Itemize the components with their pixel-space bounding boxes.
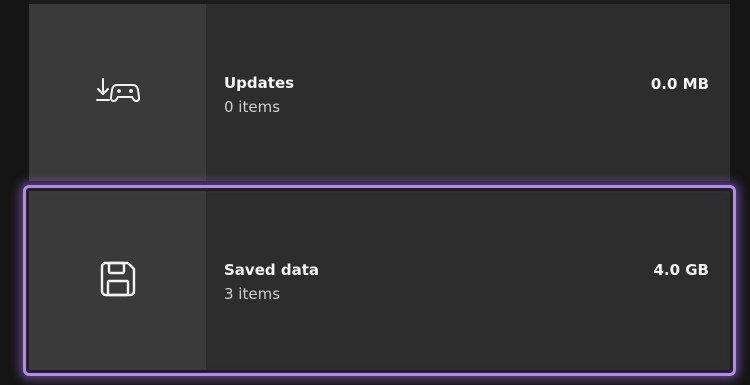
save-floppy-icon	[98, 259, 138, 303]
updates-count: 0 items	[224, 98, 281, 116]
saved-data-row[interactable]: Saved data 3 items 4.0 GB	[29, 191, 730, 370]
updates-title: Updates	[224, 74, 295, 92]
updates-row[interactable]: Updates 0 items 0.0 MB	[29, 4, 730, 181]
saved-data-info: Saved data 3 items 4.0 GB	[206, 191, 730, 370]
saved-data-icon-tile	[29, 191, 206, 370]
storage-page: Updates 0 items 0.0 MB Saved data 3 item…	[0, 0, 750, 385]
saved-data-size: 4.0 GB	[653, 261, 709, 279]
download-controller-icon	[95, 76, 141, 110]
updates-size: 0.0 MB	[650, 75, 709, 93]
saved-data-count: 3 items	[224, 285, 281, 303]
updates-info: Updates 0 items 0.0 MB	[206, 4, 730, 181]
updates-icon-tile	[29, 4, 206, 181]
saved-data-title: Saved data	[224, 261, 319, 279]
